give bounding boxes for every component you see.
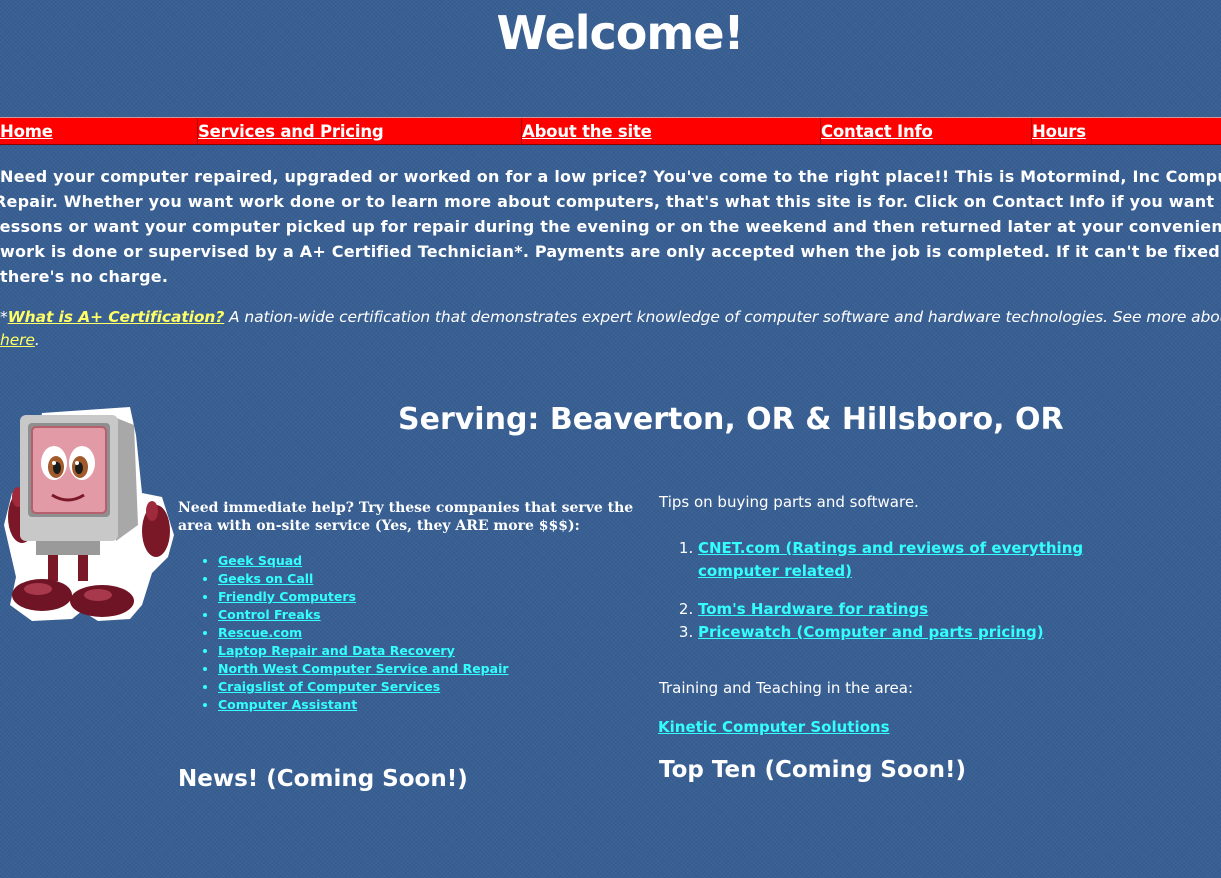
certification-here-link[interactable]: here — [0, 331, 35, 349]
company-link-laptop-repair[interactable]: Laptop Repair and Data Recovery — [218, 643, 455, 658]
nav-item-services: Services and Pricing — [197, 118, 521, 144]
nav-link-about[interactable]: About the site — [522, 122, 652, 141]
list-item: Friendly Computers — [218, 588, 509, 606]
computer-mascot-icon — [4, 407, 174, 621]
company-link-geeks-on-call[interactable]: Geeks on Call — [218, 571, 313, 586]
serving-heading: Serving: Beaverton, OR & Hillsboro, OR — [398, 402, 1064, 437]
intro-line: Repair. Whether you want work done or to… — [0, 192, 1215, 211]
list-item: Rescue.com — [218, 624, 509, 642]
list-item: Tom's Hardware for ratings — [698, 598, 1098, 621]
list-item: Pricewatch (Computer and parts pricing) — [698, 621, 1098, 644]
certification-link[interactable]: What is A+ Certification? — [8, 308, 225, 326]
nav-item-home: Home — [0, 118, 197, 144]
list-item: Computer Assistant — [218, 696, 509, 714]
company-link-geek-squad[interactable]: Geek Squad — [218, 553, 302, 568]
nav-link-home[interactable]: Home — [0, 122, 53, 141]
certification-line: *What is A+ Certification? A nation-wide… — [0, 306, 1221, 329]
training-link-kinetic[interactable]: Kinetic Computer Solutions — [658, 718, 890, 736]
nav-item-hours: Hours — [1031, 118, 1221, 144]
company-link-craigslist[interactable]: Craigslist of Computer Services — [218, 679, 440, 694]
list-item: Geeks on Call — [218, 570, 509, 588]
help-intro: Need immediate help? Try these companies… — [178, 500, 634, 534]
intro-paragraph: Need your computer repaired, upgraded or… — [0, 164, 1221, 289]
company-link-friendly-computers[interactable]: Friendly Computers — [218, 589, 356, 604]
certification-line: here. — [0, 329, 1221, 352]
list-item: Laptop Repair and Data Recovery — [218, 642, 509, 660]
list-item: Geek Squad — [218, 552, 509, 570]
list-item: CNET.com (Ratings and reviews of everyth… — [698, 537, 1098, 583]
intro-line: work is done or supervised by a A+ Certi… — [0, 242, 1221, 261]
nav-bar: Home Services and Pricing About the site… — [0, 117, 1221, 145]
nav-link-contact[interactable]: Contact Info — [821, 122, 933, 141]
certification-description: A nation-wide certification that demonst… — [224, 308, 1221, 326]
certification-note: *What is A+ Certification? A nation-wide… — [0, 306, 1221, 352]
list-item: Control Freaks — [218, 606, 509, 624]
tips-list: CNET.com (Ratings and reviews of everyth… — [660, 537, 1098, 644]
company-link-computer-assistant[interactable]: Computer Assistant — [218, 697, 357, 712]
nav-link-hours[interactable]: Hours — [1032, 122, 1086, 141]
tip-link-cnet[interactable]: CNET.com (Ratings and reviews of everyth… — [698, 539, 1083, 580]
list-item: North West Computer Service and Repair — [218, 660, 509, 678]
intro-line: lessons or want your computer picked up … — [0, 217, 1221, 236]
asterisk: * — [0, 308, 8, 326]
news-heading: News! (Coming Soon!) — [178, 766, 468, 792]
intro-line: there's no charge. — [0, 267, 169, 286]
nav-item-about: About the site — [521, 118, 820, 144]
nav-item-contact: Contact Info — [820, 118, 1031, 144]
topten-heading: Top Ten (Coming Soon!) — [659, 757, 966, 783]
period: . — [34, 331, 40, 349]
intro-line: Need your computer repaired, upgraded or… — [0, 167, 1221, 186]
training-heading: Training and Teaching in the area: — [659, 679, 914, 697]
company-link-north-west[interactable]: North West Computer Service and Repair — [218, 661, 509, 676]
tips-heading: Tips on buying parts and software. — [659, 493, 919, 511]
company-link-control-freaks[interactable]: Control Freaks — [218, 607, 321, 622]
tip-link-toms-hardware[interactable]: Tom's Hardware for ratings — [698, 600, 928, 618]
help-company-list: Geek Squad Geeks on Call Friendly Comput… — [198, 552, 509, 714]
page-title: Welcome! — [496, 6, 744, 60]
company-link-rescue[interactable]: Rescue.com — [218, 625, 302, 640]
list-item: Craigslist of Computer Services — [218, 678, 509, 696]
tip-link-pricewatch[interactable]: Pricewatch (Computer and parts pricing) — [698, 623, 1044, 641]
nav-link-services[interactable]: Services and Pricing — [198, 122, 384, 141]
